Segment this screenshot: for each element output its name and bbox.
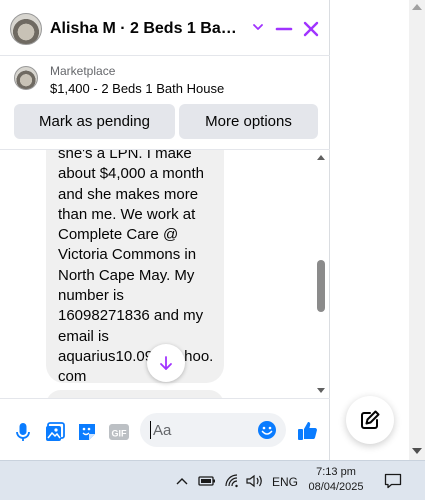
notification-icon[interactable] xyxy=(384,473,402,489)
chevron-up-icon[interactable] xyxy=(176,473,188,489)
language-indicator[interactable]: ENG xyxy=(272,475,298,489)
message-line: and she makes more xyxy=(58,185,199,203)
message-line: aquarius10.09@yahoo. xyxy=(58,347,214,365)
scroll-up-arrow[interactable] xyxy=(412,4,422,10)
message-line: about $4,000 a month xyxy=(58,165,204,183)
message-bubble[interactable]: she's a LPN. I make about $4,000 a month… xyxy=(46,150,224,385)
message-line: than me. We work at xyxy=(58,205,196,223)
chat-header: Alisha M · 2 Beds 1 Bath House xyxy=(0,0,330,56)
clock-time: 7:13 pm xyxy=(316,466,356,478)
thread-scroll-up-arrow[interactable] xyxy=(317,155,325,160)
system-clock[interactable]: 7:13 pm 08/04/2025 xyxy=(300,465,372,495)
scroll-to-bottom-button[interactable] xyxy=(147,344,185,382)
thread-scroll-thumb[interactable] xyxy=(317,260,325,312)
thread-scroll-down-arrow[interactable] xyxy=(317,388,325,393)
message-thread[interactable]: she's a LPN. I make about $4,000 a month… xyxy=(0,150,330,398)
new-message-button[interactable] xyxy=(346,396,394,444)
thumbs-up-icon[interactable] xyxy=(296,419,320,443)
chat-window: Alisha M · 2 Beds 1 Bath House Marketpla… xyxy=(0,0,330,460)
photo-icon[interactable] xyxy=(44,421,66,443)
message-line: number is xyxy=(58,287,124,305)
thread-scrollbar[interactable] xyxy=(314,150,328,398)
marketplace-panel: Marketplace $1,400 - 2 Beds 1 Bath House… xyxy=(0,56,330,150)
message-input-placeholder: Aa xyxy=(153,422,172,439)
svg-text:GIF: GIF xyxy=(112,429,128,439)
mark-as-pending-button[interactable]: Mark as pending xyxy=(14,104,175,139)
avatar[interactable] xyxy=(10,13,42,45)
more-options-button[interactable]: More options xyxy=(179,104,318,139)
emoji-icon[interactable] xyxy=(257,420,277,440)
listing-thumbnail[interactable] xyxy=(14,66,38,90)
microphone-icon[interactable] xyxy=(12,421,34,443)
message-composer: GIF Aa xyxy=(0,398,330,460)
listing-title[interactable]: $1,400 - 2 Beds 1 Bath House xyxy=(50,81,224,96)
message-line: Victoria Commons in xyxy=(58,246,197,264)
battery-icon[interactable] xyxy=(198,473,216,489)
volume-icon[interactable] xyxy=(246,473,264,489)
message-line: email is xyxy=(58,327,109,345)
chat-title[interactable]: Alisha M · 2 Beds 1 Bath House xyxy=(50,20,242,38)
clock-date: 08/04/2025 xyxy=(308,481,364,493)
chevron-down-icon[interactable] xyxy=(252,20,264,34)
marketplace-label: Marketplace xyxy=(50,64,116,78)
page-scrollbar[interactable] xyxy=(409,0,425,460)
message-line: Complete Care @ xyxy=(58,226,179,244)
compose-icon xyxy=(361,410,380,429)
message-line: North Cape May. My xyxy=(58,266,195,284)
minimize-icon[interactable] xyxy=(275,21,293,37)
message-input[interactable]: Aa xyxy=(140,413,286,447)
scroll-down-arrow[interactable] xyxy=(412,448,422,454)
message-bubble[interactable] xyxy=(46,390,224,398)
taskbar: ENG 7:13 pm 08/04/2025 xyxy=(0,460,425,500)
message-line: 16098271836 and my xyxy=(58,307,204,325)
sticker-icon[interactable] xyxy=(76,421,98,443)
arrow-down-icon xyxy=(160,356,172,370)
message-line: com xyxy=(58,368,87,386)
wifi-icon[interactable] xyxy=(224,473,240,489)
message-line: she's a LPN. I make xyxy=(58,150,192,162)
gif-icon[interactable]: GIF xyxy=(108,421,130,443)
close-icon[interactable] xyxy=(302,20,320,38)
text-caret xyxy=(150,421,151,439)
